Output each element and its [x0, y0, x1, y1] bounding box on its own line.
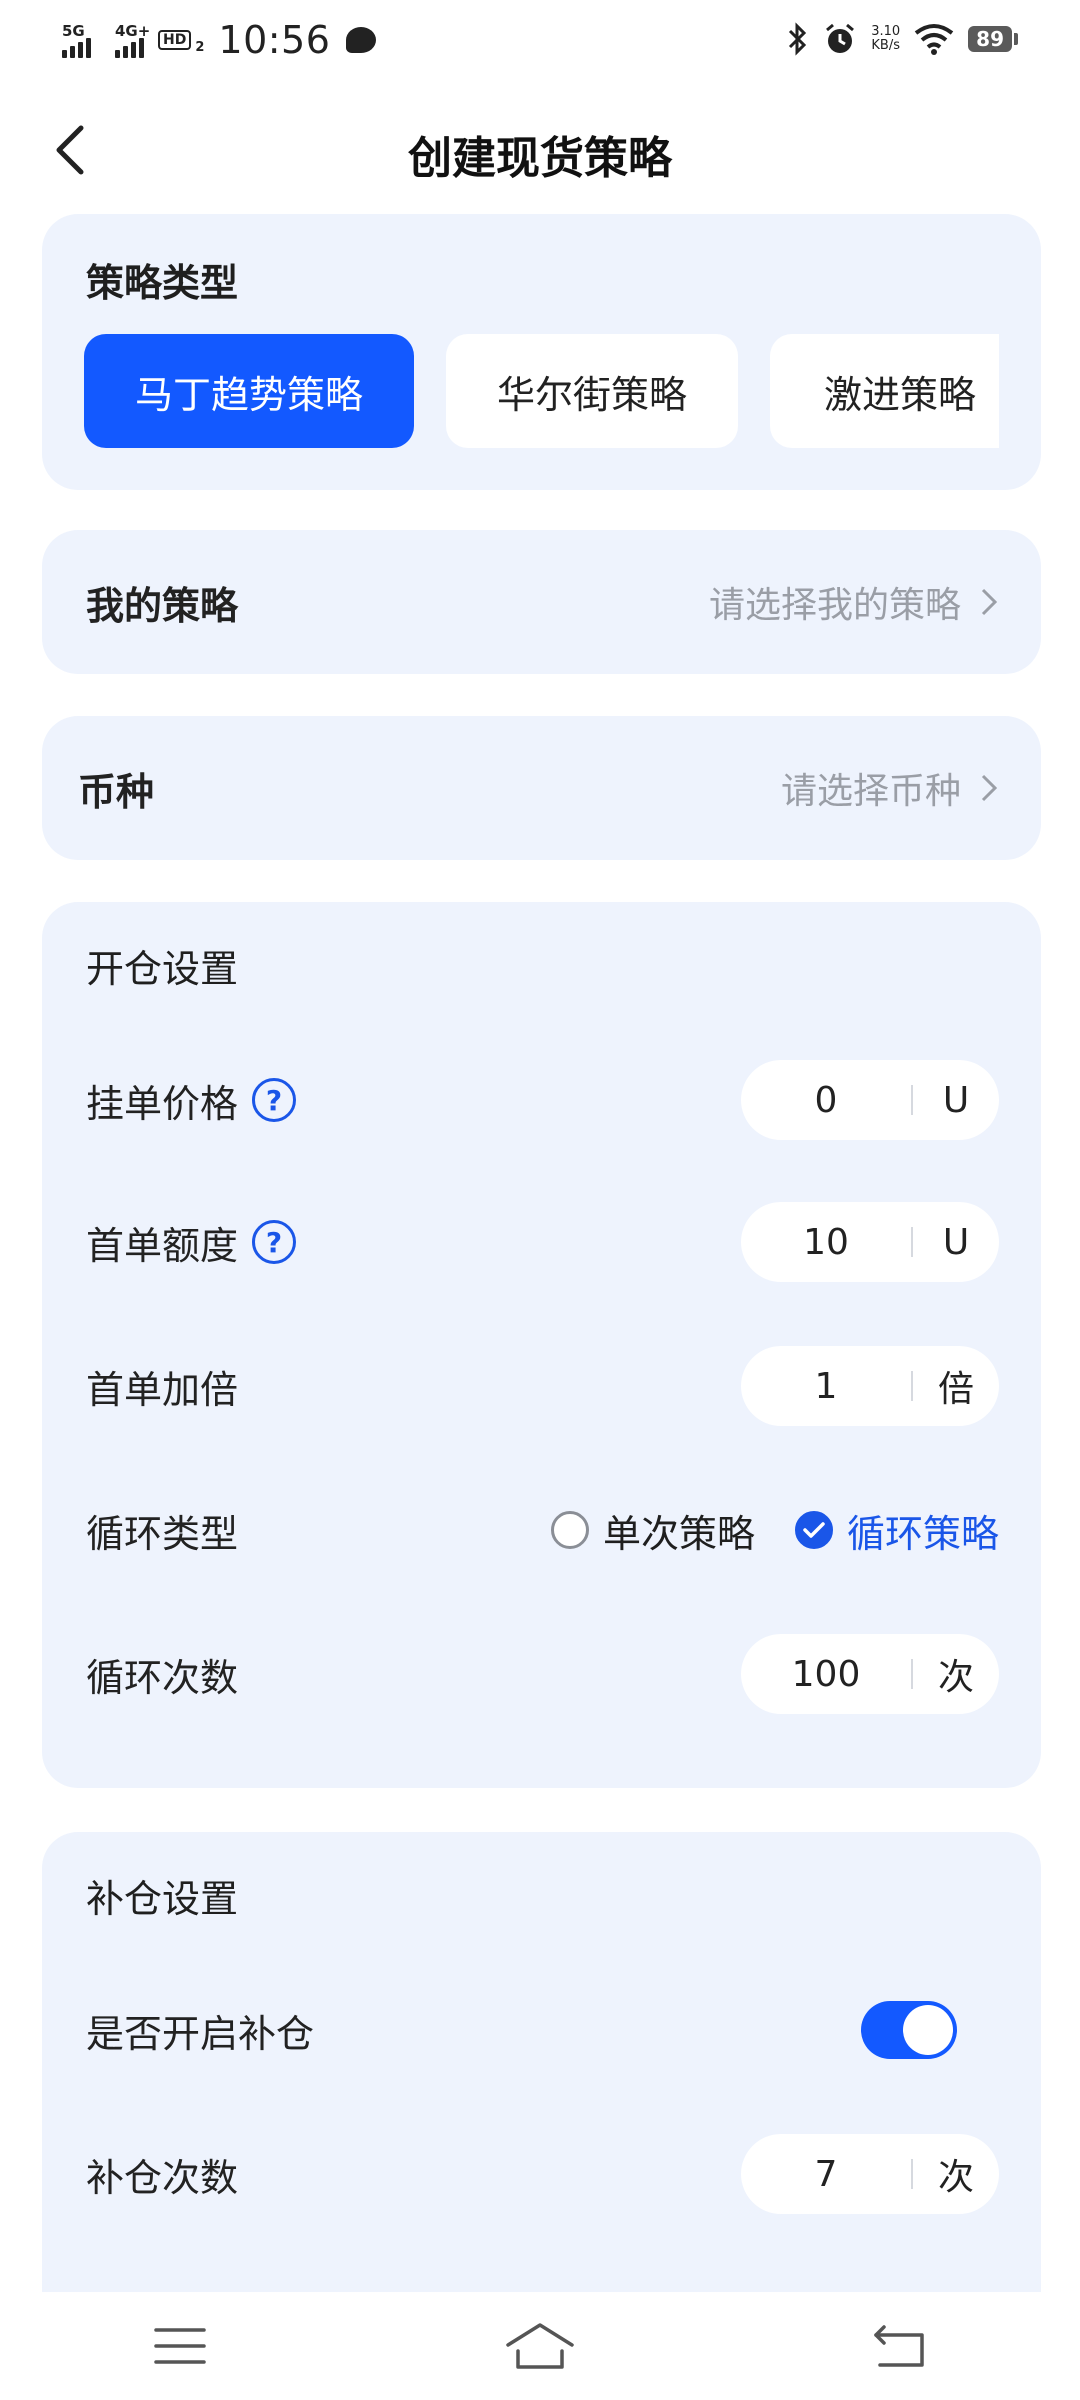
coin-label: 币种	[78, 769, 155, 814]
first-multiplier-label: 首单加倍	[86, 1367, 239, 1412]
add-count-row: 补仓次数 次	[86, 2132, 999, 2216]
chevron-right-icon	[981, 774, 997, 802]
add-count-input[interactable]	[741, 2153, 911, 2195]
first-amount-row: 首单额度 ? U	[86, 1200, 999, 1284]
message-notification-icon	[346, 27, 377, 53]
order-price-field: U	[741, 1060, 999, 1140]
loop-count-row: 循环次数 次	[86, 1632, 999, 1716]
loop-count-field: 次	[741, 1634, 999, 1714]
back-icon	[874, 2325, 924, 2367]
first-multiplier-unit: 倍	[937, 1369, 974, 1410]
nav-home-button[interactable]	[500, 2311, 580, 2381]
strategy-option-wallstreet[interactable]: 华尔街策略	[446, 334, 738, 448]
open-settings-title: 开仓设置	[86, 947, 239, 991]
loop-type-radio-group: 单次策略 循环策略	[550, 1503, 999, 1558]
status-bar: 5G 4G+ HD 2 10:56 3.10 KB/s 89	[0, 0, 1080, 80]
order-price-unit: U	[942, 1079, 970, 1121]
home-icon	[506, 2323, 574, 2369]
loop-type-row: 循环类型 单次策略 循环策略	[86, 1488, 999, 1572]
alarm-icon	[826, 23, 855, 53]
strategy-type-options: 马丁趋势策略 华尔街策略 激进策略	[84, 334, 999, 448]
page-header: 创建现货策略	[0, 100, 1080, 200]
enable-add-label: 是否开启补仓	[86, 2011, 315, 2056]
radio-unchecked-icon	[550, 1511, 589, 1549]
open-settings-card: 开仓设置 挂单价格 ? U 首单额度 ? U 首单加倍 倍 循环类	[42, 902, 1041, 1788]
first-amount-input[interactable]	[741, 1221, 911, 1263]
wifi-icon	[914, 24, 954, 55]
enable-add-toggle[interactable]	[861, 2001, 957, 2059]
loop-count-label: 循环次数	[86, 1655, 239, 1700]
my-strategy-selector[interactable]: 我的策略 请选择我的策略	[86, 530, 997, 674]
my-strategy-placeholder: 请选择我的策略	[708, 585, 961, 626]
nav-menu-button[interactable]	[140, 2311, 220, 2381]
toggle-knob	[903, 2005, 953, 2055]
strategy-type-title: 策略类型	[86, 261, 239, 305]
first-multiplier-input[interactable]	[741, 1365, 911, 1407]
my-strategy-label: 我的策略	[86, 583, 239, 628]
strategy-option-martin[interactable]: 马丁趋势策略	[84, 334, 414, 448]
bluetooth-icon	[789, 22, 807, 56]
loop-type-label: 循环类型	[86, 1511, 239, 1556]
add-count-label: 补仓次数	[86, 2155, 239, 2200]
strategy-type-card: 策略类型 马丁趋势策略 华尔街策略 激进策略	[42, 214, 1041, 490]
enable-add-row: 是否开启补仓	[86, 1988, 999, 2072]
radio-single[interactable]: 单次策略	[550, 1503, 755, 1558]
network-speed: 3.10 KB/s	[871, 24, 901, 53]
radio-loop[interactable]: 循环策略	[794, 1503, 999, 1558]
strategy-option-aggressive[interactable]: 激进策略	[770, 334, 999, 448]
loop-count-unit: 次	[937, 1657, 974, 1698]
signal-5g-icon: 5G	[62, 22, 91, 58]
add-count-field: 次	[741, 2134, 999, 2214]
loop-count-input[interactable]	[741, 1653, 911, 1695]
order-price-row: 挂单价格 ? U	[86, 1058, 999, 1142]
coin-placeholder: 请选择币种	[780, 771, 961, 812]
chevron-right-icon	[981, 588, 997, 616]
first-multiplier-field: 倍	[741, 1346, 999, 1426]
nav-back-button[interactable]	[860, 2311, 940, 2381]
help-icon[interactable]: ?	[252, 1078, 297, 1122]
coin-card: 币种 请选择币种	[42, 716, 1041, 860]
coin-selector[interactable]: 币种 请选择币种	[78, 716, 997, 860]
first-amount-unit: U	[942, 1221, 970, 1263]
system-navigation-bar	[0, 2292, 1080, 2400]
add-settings-title: 补仓设置	[86, 1877, 239, 1921]
help-icon[interactable]: ?	[252, 1220, 297, 1264]
first-amount-label: 首单额度	[86, 1223, 239, 1268]
order-price-input[interactable]	[741, 1079, 911, 1121]
signal-4g-icon: 4G+	[115, 22, 150, 58]
first-multiplier-row: 首单加倍 倍	[86, 1344, 999, 1428]
battery-icon: 89	[968, 26, 1018, 52]
page-title: 创建现货策略	[408, 133, 672, 184]
order-price-label: 挂单价格	[86, 1081, 239, 1126]
my-strategy-card: 我的策略 请选择我的策略	[42, 530, 1041, 674]
hd-sim-index: 2	[195, 39, 205, 55]
first-amount-field: U	[741, 1202, 999, 1282]
radio-checked-icon	[794, 1511, 833, 1549]
menu-icon	[154, 2328, 206, 2364]
hd-voice-icon: HD	[158, 30, 192, 50]
status-time: 10:56	[218, 18, 331, 62]
add-count-unit: 次	[937, 2157, 974, 2198]
add-settings-card: 补仓设置 是否开启补仓 补仓次数 次	[42, 1832, 1041, 2292]
